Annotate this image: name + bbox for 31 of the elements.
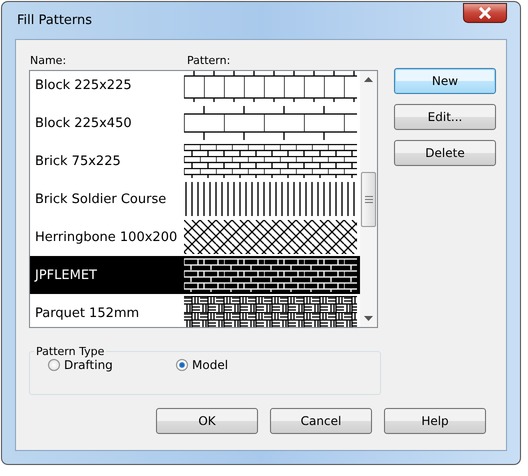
close-button[interactable]: [463, 3, 507, 23]
radio-button[interactable]: [48, 359, 60, 371]
close-icon: [478, 7, 492, 19]
dialog-button[interactable]: Cancel: [270, 408, 372, 434]
pattern-name: Brick 75x225: [35, 154, 121, 168]
grip-icon: [364, 196, 372, 203]
pattern-row[interactable]: JPFLEMET: [30, 256, 360, 294]
pattern-name: Block 225x225: [35, 78, 132, 92]
radio-button[interactable]: [176, 359, 188, 371]
scroll-down-icon[interactable]: [364, 316, 373, 321]
dialog-button[interactable]: OK: [156, 408, 258, 434]
group-title: Pattern Type: [35, 345, 106, 358]
scroll-thumb[interactable]: [361, 172, 376, 227]
window-title: Fill Patterns: [16, 13, 92, 28]
pattern-name: JPFLEMET: [35, 268, 97, 282]
pattern-name: Herringbone 100x200: [35, 230, 178, 244]
dialog-button[interactable]: New: [394, 68, 496, 94]
radio-option[interactable]: Model: [176, 358, 304, 372]
dialog-button[interactable]: Help: [384, 408, 486, 434]
radio-label: Model: [192, 358, 228, 372]
pattern-name: Brick Soldier Course: [35, 192, 166, 206]
pattern-name: Parquet 152mm: [35, 306, 140, 320]
radio-option[interactable]: Drafting: [48, 358, 176, 372]
pattern-name: Block 225x450: [35, 116, 132, 130]
dialog-button[interactable]: Edit...: [394, 104, 496, 130]
column-header: Name:: [30, 54, 68, 66]
radio-label: Drafting: [64, 358, 113, 372]
scroll-up-icon[interactable]: [364, 77, 373, 82]
scrollbar[interactable]: [360, 71, 377, 327]
dialog-button[interactable]: Delete: [394, 140, 496, 166]
column-header: Pattern:: [187, 54, 230, 66]
